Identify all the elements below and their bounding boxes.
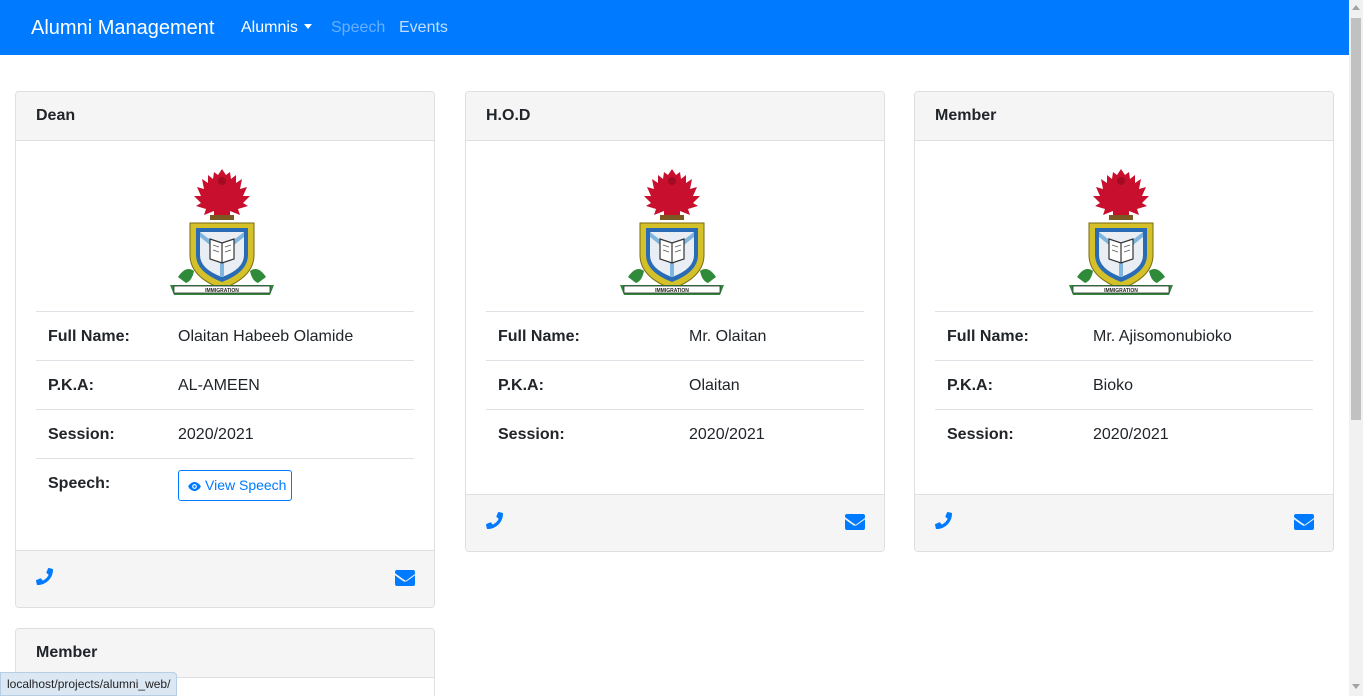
row-label: Session: (498, 426, 565, 443)
card-title: Member (16, 629, 434, 678)
scroll-down-arrow-icon[interactable] (1352, 684, 1360, 689)
full-name-value: Mr. Ajisomonubioko (1093, 328, 1232, 345)
eye-icon (188, 482, 201, 491)
row-label: Speech: (48, 475, 111, 492)
card-footer (466, 494, 884, 551)
pka-value: Olaitan (689, 377, 740, 394)
table-row: P.K.A: Bioko (935, 360, 1313, 409)
row-label: P.K.A: (498, 377, 544, 394)
table-row: Session: 2020/2021 (36, 409, 414, 458)
scroll-up-arrow-icon[interactable] (1352, 5, 1360, 10)
session-value: 2020/2021 (1093, 426, 1169, 443)
scrollbar-thumb[interactable] (1351, 18, 1361, 420)
card-title: Dean (16, 92, 434, 141)
table-row: Full Name: Mr. Olaitan (486, 311, 864, 360)
row-label: P.K.A: (947, 377, 993, 394)
pka-value: AL-AMEEN (178, 377, 260, 394)
envelope-icon[interactable] (395, 570, 415, 586)
immigration-emblem-icon: IMMIGRATION (614, 165, 730, 299)
top-navbar: Alumni Management Alumnis Speech Events (0, 0, 1349, 55)
emblem-text: IMMIGRATION (1104, 288, 1138, 294)
table-row: Full Name: Mr. Ajisomonubioko (935, 311, 1313, 360)
immigration-emblem-icon: IMMIGRATION (164, 165, 280, 299)
full-name-value: Mr. Olaitan (689, 328, 767, 345)
emblem-text: IMMIGRATION (655, 288, 689, 294)
table-row: P.K.A: AL-AMEEN (36, 360, 414, 409)
emblem-text: IMMIGRATION (205, 288, 239, 294)
table-row: Session: 2020/2021 (486, 409, 864, 458)
session-value: 2020/2021 (689, 426, 765, 443)
phone-icon[interactable] (935, 512, 952, 529)
session-value: 2020/2021 (178, 426, 254, 443)
nav-alumnis-dropdown[interactable]: Alumnis (241, 18, 312, 38)
card-title: H.O.D (466, 92, 884, 141)
view-speech-button[interactable]: View Speech (178, 470, 292, 501)
browser-status-url: localhost/projects/alumni_web/ (0, 672, 178, 696)
table-row: Full Name: Olaitan Habeeb Olamide (36, 311, 414, 360)
caret-down-icon (303, 24, 312, 29)
alumni-card-hod: H.O.D IMMIGRATION Full Name: Mr. Olaitan… (465, 91, 885, 552)
view-speech-label: View Speech (205, 477, 287, 493)
info-table: Full Name: Mr. Olaitan P.K.A: Olaitan Se… (486, 311, 864, 458)
nav-events-link[interactable]: Events (399, 18, 448, 38)
nav-speech-link[interactable]: Speech (331, 18, 385, 38)
pka-value: Bioko (1093, 377, 1134, 394)
info-table: Full Name: Olaitan Habeeb Olamide P.K.A:… (36, 311, 414, 523)
immigration-emblem-icon: IMMIGRATION (1063, 165, 1179, 299)
navbar-brand[interactable]: Alumni Management (31, 15, 214, 41)
alumni-card-dean: Dean IMMIGRATION Full Name: Olaitan Habe… (15, 91, 435, 608)
row-label: Session: (947, 426, 1014, 443)
phone-icon[interactable] (36, 568, 53, 585)
card-footer (16, 550, 434, 607)
phone-icon[interactable] (486, 512, 503, 529)
vertical-scrollbar[interactable] (1349, 0, 1363, 696)
full-name-value: Olaitan Habeeb Olamide (178, 328, 354, 345)
row-label: Full Name: (947, 328, 1029, 345)
row-label: P.K.A: (48, 377, 94, 394)
table-row: Speech: View Speech (36, 458, 414, 523)
info-table: Full Name: Mr. Ajisomonubioko P.K.A: Bio… (935, 311, 1313, 458)
table-row: Session: 2020/2021 (935, 409, 1313, 458)
envelope-icon[interactable] (1294, 514, 1314, 530)
row-label: Session: (48, 426, 115, 443)
envelope-icon[interactable] (845, 514, 865, 530)
alumni-card-member: Member IMMIGRATION Full Name: Mr. Ajisom… (914, 91, 1334, 552)
card-title: Member (915, 92, 1333, 141)
row-label: Full Name: (498, 328, 580, 345)
card-footer (915, 494, 1333, 551)
row-label: Full Name: (48, 328, 130, 345)
nav-alumnis-label: Alumnis (241, 19, 298, 36)
table-row: P.K.A: Olaitan (486, 360, 864, 409)
